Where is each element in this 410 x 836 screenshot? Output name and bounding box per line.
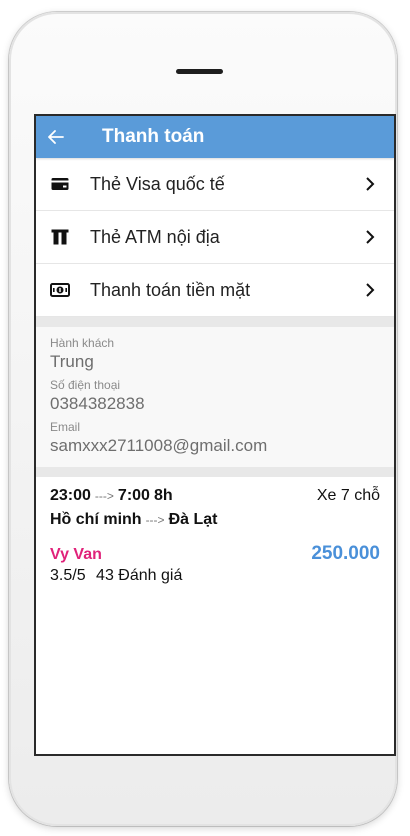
vehicle-type: Xe 7 chỗ	[316, 487, 380, 504]
chevron-right-icon	[360, 227, 380, 247]
driver-rating: 3.5/5	[50, 567, 86, 584]
app-screen: Thanh toán Thẻ Visa quốc tế Thẻ ATM nội …	[34, 114, 396, 756]
page-title: Thanh toán	[102, 126, 205, 147]
payment-option-atm[interactable]: Thẻ ATM nội địa	[36, 211, 394, 264]
app-bar: Thanh toán	[36, 116, 394, 158]
route-arrow: --->	[145, 513, 165, 527]
payment-option-cash[interactable]: Thanh toán tiền mặt	[36, 264, 394, 317]
credit-card-icon	[50, 174, 70, 194]
payment-option-label: Thẻ ATM nội địa	[90, 226, 220, 247]
section-divider	[36, 467, 394, 477]
phone-value: 0384382838	[50, 394, 145, 413]
destination-city: Đà Lạt	[168, 511, 218, 528]
chevron-right-icon	[360, 174, 380, 194]
passenger-name-label: Hành khách	[50, 336, 115, 350]
origin-city: Hồ chí minh	[50, 511, 142, 528]
section-divider	[36, 317, 394, 327]
arrive-time: 7:00	[117, 487, 150, 504]
cash-icon	[50, 280, 70, 300]
driver-name: Vy Van	[50, 546, 102, 563]
phone-frame: Thanh toán Thẻ Visa quốc tế Thẻ ATM nội …	[9, 12, 397, 826]
review-count: 43 Đánh giá	[96, 567, 183, 584]
payment-option-label: Thẻ Visa quốc tế	[90, 173, 225, 194]
back-button[interactable]	[36, 116, 84, 158]
chevron-right-icon	[360, 280, 380, 300]
payment-option-label: Thanh toán tiền mặt	[90, 279, 251, 300]
trip-card[interactable]: 23:00 ---> 7:00 8h Xe 7 chỗ Hồ chí minh …	[36, 477, 394, 595]
email-value: samxxx2711008@gmail.com	[50, 436, 268, 455]
trip-duration: 8h	[153, 487, 173, 504]
arrow-left-icon	[48, 130, 64, 144]
phone-speaker	[176, 69, 223, 74]
phone-label: Số điện thoại	[50, 378, 121, 392]
trip-price: 250.000	[311, 543, 380, 564]
email-label: Email	[50, 420, 81, 434]
depart-time: 23:00	[50, 487, 91, 504]
atm-card-icon	[50, 227, 70, 247]
passenger-info: Hành khách Trung Số điện thoại 038438283…	[36, 327, 394, 467]
time-arrow: --->	[94, 489, 114, 503]
passenger-name: Trung	[50, 352, 94, 371]
payment-option-visa[interactable]: Thẻ Visa quốc tế	[36, 158, 394, 211]
